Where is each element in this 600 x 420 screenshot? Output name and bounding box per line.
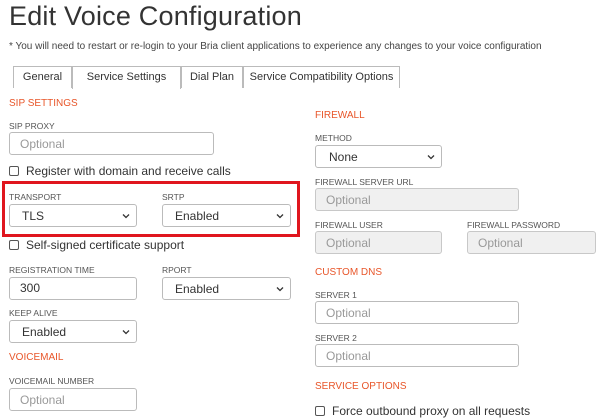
- register-domain-checkbox-row: Register with domain and receive calls: [9, 164, 231, 178]
- tab-general[interactable]: General: [13, 66, 72, 88]
- self-signed-checkbox-row: Self-signed certificate support: [9, 238, 184, 252]
- keep-alive-select[interactable]: Enabled: [9, 320, 137, 343]
- firewall-password-input[interactable]: [467, 231, 596, 254]
- self-signed-checkbox[interactable]: [9, 240, 19, 250]
- keep-alive-value: Enabled: [22, 325, 67, 339]
- dns-server1-label: SERVER 1: [315, 290, 357, 300]
- register-domain-checkbox[interactable]: [9, 166, 19, 176]
- firewall-method-value: None: [329, 150, 358, 164]
- firewall-method-select[interactable]: None: [315, 145, 442, 168]
- voicemail-number-input[interactable]: [9, 388, 137, 411]
- firewall-server-url-label: FIREWALL SERVER URL: [315, 177, 414, 187]
- keep-alive-label: KEEP ALIVE: [9, 308, 58, 318]
- firewall-heading: FIREWALL: [315, 110, 365, 121]
- tab-service-settings[interactable]: Service Settings: [72, 66, 181, 89]
- page-title: Edit Voice Configuration: [9, 1, 302, 31]
- rport-select[interactable]: Enabled: [162, 277, 291, 300]
- sip-proxy-input[interactable]: [9, 132, 214, 155]
- dns-server2-label: SERVER 2: [315, 333, 357, 343]
- self-signed-label: Self-signed certificate support: [26, 238, 185, 252]
- chevron-down-icon: [276, 287, 284, 292]
- restart-note: * You will need to restart or re-login t…: [9, 41, 542, 52]
- force-outbound-proxy-checkbox[interactable]: [315, 406, 325, 416]
- sip-proxy-label: SIP PROXY: [9, 121, 55, 131]
- force-outbound-proxy-row: Force outbound proxy on all requests: [315, 404, 530, 418]
- voicemail-heading: VOICEMAIL: [9, 352, 64, 363]
- registration-time-value: 300: [20, 281, 41, 295]
- service-options-heading: SERVICE OPTIONS: [315, 381, 407, 392]
- firewall-password-label: FIREWALL PASSWORD: [467, 220, 561, 230]
- transport-srtp-highlight-box: [2, 181, 300, 237]
- rport-value: Enabled: [175, 282, 220, 296]
- chevron-down-icon: [427, 155, 435, 160]
- tab-dial-plan[interactable]: Dial Plan: [181, 66, 243, 88]
- registration-time-label: REGISTRATION TIME: [9, 265, 95, 275]
- firewall-user-label: FIREWALL USER: [315, 220, 383, 230]
- firewall-user-input[interactable]: [315, 231, 442, 254]
- force-outbound-proxy-label: Force outbound proxy on all requests: [332, 404, 531, 418]
- voicemail-number-label: VOICEMAIL NUMBER: [9, 376, 95, 386]
- tab-service-compatibility-options[interactable]: Service Compatibility Options: [243, 66, 400, 88]
- registration-time-input[interactable]: 300: [9, 277, 137, 300]
- rport-label: RPORT: [162, 265, 192, 275]
- firewall-server-url-input[interactable]: [315, 188, 519, 211]
- firewall-method-label: METHOD: [315, 133, 352, 143]
- register-domain-label: Register with domain and receive calls: [26, 164, 231, 178]
- sip-settings-heading: SIP SETTINGS: [9, 98, 78, 109]
- dns-server2-input[interactable]: [315, 344, 519, 367]
- custom-dns-heading: CUSTOM DNS: [315, 267, 383, 278]
- chevron-down-icon: [122, 330, 130, 335]
- dns-server1-input[interactable]: [315, 301, 519, 324]
